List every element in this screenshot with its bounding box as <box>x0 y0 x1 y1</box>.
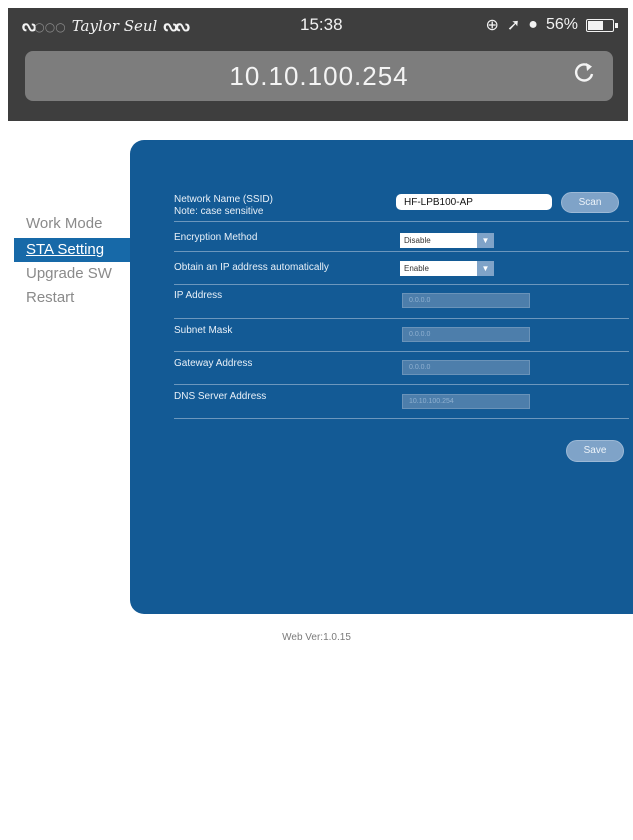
reload-glyph <box>575 63 594 82</box>
wifi-icon: ᔓᔓ <box>163 16 189 35</box>
status-time: 15:38 <box>300 15 343 34</box>
dhcp-label: Obtain an IP address automatically <box>174 262 329 273</box>
sta-settings-panel: Network Name (SSID) Note: case sensitive… <box>130 140 633 614</box>
subnet-label: Subnet Mask <box>174 325 233 336</box>
encryption-select-value: Disable <box>404 236 431 245</box>
menu-item-work-mode[interactable]: Work Mode <box>14 212 130 236</box>
battery-percent: 56% <box>545 16 578 33</box>
alarm-icon: ● <box>528 16 538 33</box>
save-button[interactable]: Save <box>566 440 624 462</box>
scan-button[interactable]: Scan <box>561 192 619 213</box>
ssid-label-note: Note: case sensitive <box>174 206 264 217</box>
reload-icon[interactable] <box>573 60 595 91</box>
chevron-down-icon: ▼ <box>477 261 494 276</box>
menu-item-sta-setting[interactable]: STA Setting <box>14 238 130 262</box>
dhcp-select[interactable]: Enable ▼ <box>400 261 494 276</box>
ssid-input[interactable] <box>396 194 552 210</box>
status-right-icons: ⊕ ➚ ● 56% <box>485 15 618 35</box>
dns-label: DNS Server Address <box>174 391 267 402</box>
battery-icon <box>586 18 618 32</box>
url-text[interactable]: 10.10.100.254 <box>25 61 613 92</box>
version-footer: Web Ver:1.0.15 <box>282 632 351 643</box>
side-menu: Work Mode STA Setting Upgrade SW Restart <box>14 212 130 310</box>
gateway-row: Gateway Address 0.0.0.0 <box>174 352 629 385</box>
encryption-row: Encryption Method Disable ▼ <box>174 226 629 252</box>
dhcp-row: Obtain an IP address automatically Enabl… <box>174 254 629 285</box>
ip-row: IP Address 0.0.0.0 <box>174 285 629 319</box>
ssid-label: Network Name (SSID) Note: case sensitive <box>174 194 273 218</box>
subnet-field[interactable]: 0.0.0.0 <box>402 327 530 342</box>
carrier-name: Taylor Seul <box>71 16 158 35</box>
ip-field[interactable]: 0.0.0.0 <box>402 293 530 308</box>
signal-icon: ᔓ○○○ <box>22 16 66 35</box>
encryption-label: Encryption Method <box>174 232 258 243</box>
chevron-down-icon: ▼ <box>477 233 494 248</box>
browser-chrome: ᔓ○○○ Taylor Seul ᔓᔓ 15:38 ⊕ ➚ ● 56% 10.1… <box>8 8 628 121</box>
menu-item-restart[interactable]: Restart <box>14 286 130 310</box>
dns-field[interactable]: 10.10.100.254 <box>402 394 530 409</box>
battery-fill <box>588 20 603 30</box>
gateway-field[interactable]: 0.0.0.0 <box>402 360 530 375</box>
ip-label: IP Address <box>174 290 223 301</box>
dhcp-select-value: Enable <box>404 264 429 273</box>
ssid-label-line1: Network Name (SSID) <box>174 194 273 205</box>
gateway-label: Gateway Address <box>174 358 253 369</box>
location-arrow-icon: ➚ <box>506 17 521 34</box>
orientation-lock-icon: ⊕ <box>485 17 499 34</box>
dns-row: DNS Server Address 10.10.100.254 <box>174 385 629 419</box>
ssid-row: Network Name (SSID) Note: case sensitive… <box>174 192 629 222</box>
carrier-info: ᔓ○○○ Taylor Seul ᔓᔓ <box>22 16 190 35</box>
address-bar[interactable]: 10.10.100.254 <box>25 51 613 101</box>
subnet-row: Subnet Mask 0.0.0.0 <box>174 319 629 352</box>
menu-item-upgrade-sw[interactable]: Upgrade SW <box>14 262 130 286</box>
status-bar: ᔓ○○○ Taylor Seul ᔓᔓ 15:38 ⊕ ➚ ● 56% <box>8 8 628 42</box>
encryption-select[interactable]: Disable ▼ <box>400 233 494 248</box>
